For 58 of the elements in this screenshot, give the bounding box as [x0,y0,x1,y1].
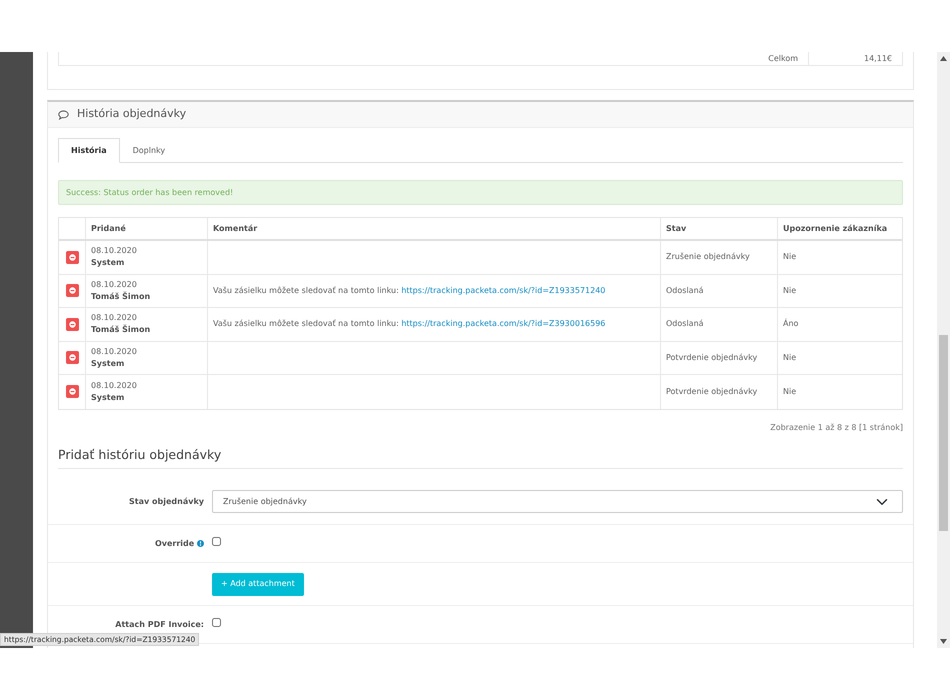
comment-text: Vašu zásielku môžete sledovať na tomto linku: https://tracking.packeta.com/sk/?id=Z3930016596 [213,318,606,330]
scrollbar[interactable] [937,52,950,648]
minus-icon [68,354,76,362]
status-text: Odoslaná [666,284,704,297]
author-name: Tomáš Šimon [91,290,150,303]
column-header: Komentár [207,218,660,239]
tab[interactable]: História [58,138,120,163]
status-text: Potvrdenie objednávky [666,386,758,398]
tracking-link[interactable]: https://tracking.packeta.com/sk/?id=Z3930016596 [401,319,606,328]
date-text: 08.10.2020 [91,380,137,392]
author-name: System [91,257,124,270]
tab[interactable]: Doplnky [120,138,178,162]
help-icon[interactable] [197,540,204,548]
checkbox[interactable] [212,537,221,546]
notify-text: Nie [783,386,796,398]
date-text: 08.10.2020 [91,346,137,358]
comment-icon [58,110,69,120]
checkbox[interactable] [212,618,221,628]
remove-button[interactable] [66,250,78,264]
success-alert: Success: Status order has been removed! [58,180,903,205]
status-text: Zrušenie objednávky [666,251,750,264]
total-label: Celkom [767,53,799,65]
column-header: Stav [660,218,777,239]
scrollbar-thumb[interactable] [939,335,948,531]
remove-button[interactable] [66,385,78,398]
column-header: Pridané [85,218,207,239]
author-name: System [91,392,124,404]
notify-text: Nie [783,352,796,364]
status-text: Potvrdenie objednávky [666,352,758,364]
remove-button[interactable] [66,284,78,298]
minus-icon [68,287,76,294]
notify-text: Nie [783,251,796,264]
author-name: System [91,358,124,370]
field-label: Override [154,538,194,548]
section-title: Pridať históriu objednávky [58,446,222,462]
field-label: Attach PDF Invoice: [115,620,204,629]
panel-title: História objednávky [77,106,186,122]
minus-icon [68,388,76,396]
date-text: 08.10.2020 [91,278,137,291]
scroll-up-icon[interactable] [940,56,947,61]
tracking-link[interactable]: https://tracking.packeta.com/sk/?id=Z1933571240 [401,286,606,295]
field-label: Stav objednávky [129,496,204,506]
notify-text: Nie [783,284,796,297]
date-text: 08.10.2020 [91,245,137,258]
status-text: Odoslaná [666,318,704,330]
column-header: Upozornenie zákazníka [777,218,902,239]
pagination-info: Zobrazenie 1 až 8 z 8 [1 stránok] [770,422,903,432]
scroll-down-icon[interactable] [940,639,947,644]
notify-text: Áno [783,318,798,330]
minus-icon [68,320,76,328]
select-field[interactable]: Zrušenie objednávky [212,490,903,514]
remove-button[interactable] [66,351,78,364]
author-name: Tomáš Šimon [91,324,150,336]
date-text: 08.10.2020 [91,312,137,324]
total-value: 14,11€ [808,52,902,65]
minus-icon [68,254,76,261]
remove-button[interactable] [66,318,78,331]
comment-text: Vašu zásielku môžete sledovať na tomto linku: https://tracking.packeta.com/sk/?id=Z1933571240 [213,284,606,297]
